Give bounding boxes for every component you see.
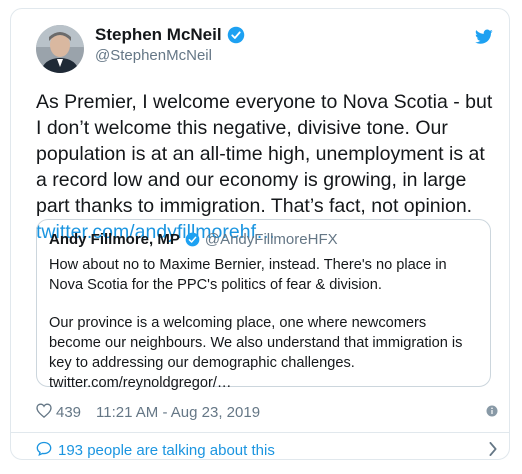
quote-author-handle[interactable]: @AndyFillmoreHFX: [205, 231, 338, 248]
avatar[interactable]: [36, 25, 84, 73]
verified-badge-icon: [185, 232, 200, 247]
talking-about-count[interactable]: 193 people are talking about this: [58, 442, 275, 459]
chevron-right-icon[interactable]: [488, 442, 498, 460]
divider: [11, 432, 509, 433]
verified-badge-icon: [227, 26, 245, 44]
tweet-meta: 439 11:21 AM - Aug 23, 2019: [36, 403, 498, 422]
like-count[interactable]: 439: [56, 404, 81, 421]
speech-bubble-icon: [36, 441, 52, 460]
quoted-tweet[interactable]: Andy Fillmore, MP @AndyFillmoreHFX How a…: [36, 219, 491, 391]
avatar-image: [36, 25, 84, 73]
author-block[interactable]: Stephen McNeil @StephenMcNeil: [95, 25, 245, 64]
quote-text: How about no to Maxime Bernier, instead.…: [49, 256, 478, 393]
info-icon[interactable]: [486, 404, 498, 421]
quote-paragraph-1: How about no to Maxime Bernier, instead.…: [49, 257, 447, 293]
quote-author-name[interactable]: Andy Fillmore, MP: [49, 231, 180, 248]
tweet-card[interactable]: Stephen McNeil @StephenMcNeil As Premier…: [10, 8, 510, 460]
heart-icon[interactable]: [36, 403, 52, 422]
author-display-name[interactable]: Stephen McNeil: [95, 25, 222, 45]
conversation-link[interactable]: 193 people are talking about this: [36, 441, 498, 460]
twitter-bird-icon[interactable]: [475, 29, 493, 50]
tweet-timestamp[interactable]: 11:21 AM - Aug 23, 2019: [96, 404, 260, 421]
author-handle[interactable]: @StephenMcNeil: [95, 47, 245, 64]
tweet-body: As Premier, I welcome everyone to Nova S…: [36, 91, 493, 217]
quote-paragraph-2: Our province is a welcoming place, one w…: [49, 315, 463, 391]
